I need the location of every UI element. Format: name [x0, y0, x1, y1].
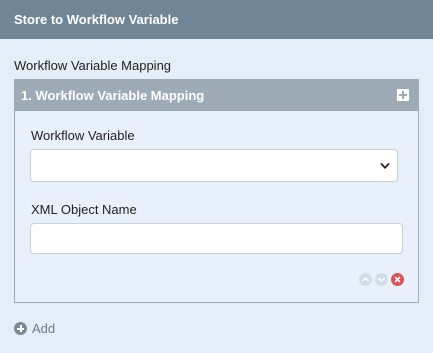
section-label: Workflow Variable Mapping [14, 58, 172, 73]
xml-object-name-input[interactable] [30, 223, 403, 254]
chevron-up-icon [362, 277, 369, 282]
add-label: Add [32, 321, 56, 336]
dialog-header: Store to Workflow Variable [0, 0, 433, 39]
add-button[interactable]: Add [14, 321, 55, 336]
mapping-panel-title: 1. Workflow Variable Mapping [21, 88, 205, 103]
xml-object-name-label: XML Object Name [31, 202, 137, 217]
close-circle-icon [394, 276, 401, 283]
chevron-down-icon [380, 163, 390, 169]
remove-button[interactable] [391, 273, 404, 286]
move-down-button[interactable] [375, 273, 388, 286]
mapping-panel: 1. Workflow Variable Mapping Workflow Va… [14, 79, 419, 303]
workflow-variable-select[interactable] [30, 149, 398, 182]
plus-circle-icon [14, 322, 27, 335]
mapping-panel-header: 1. Workflow Variable Mapping [15, 80, 418, 111]
move-up-button[interactable] [359, 273, 372, 286]
dialog-title: Store to Workflow Variable [14, 12, 179, 27]
row-actions [359, 273, 404, 286]
chevron-down-icon [378, 277, 385, 282]
plus-square-icon[interactable] [397, 89, 409, 101]
workflow-variable-label: Workflow Variable [31, 128, 135, 143]
